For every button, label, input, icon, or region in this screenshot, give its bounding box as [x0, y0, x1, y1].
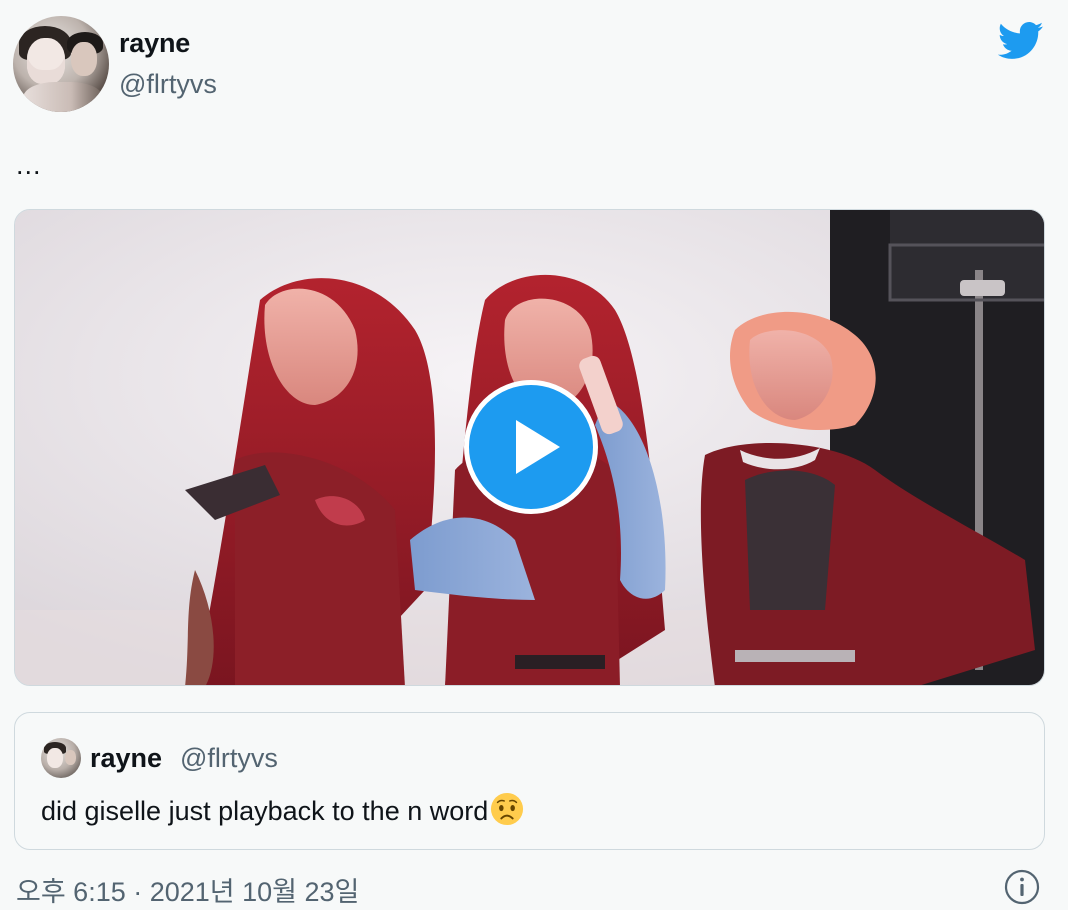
avatar-face-2	[71, 42, 97, 76]
author-display-name[interactable]: rayne	[119, 28, 190, 59]
quoted-author-display-name[interactable]: rayne	[90, 743, 162, 774]
author-avatar[interactable]	[13, 16, 109, 112]
quoted-author-avatar[interactable]	[41, 738, 81, 778]
avatar-face-2	[65, 750, 76, 765]
avatar-face	[47, 748, 63, 768]
author-handle[interactable]: @flrtyvs	[119, 69, 217, 100]
play-icon	[516, 420, 560, 474]
quoted-tweet-text: did giselle just playback to the n word	[41, 792, 524, 827]
quoted-tweet[interactable]: rayne @flrtyvs did giselle just playback…	[14, 712, 1045, 850]
tweet-timestamp[interactable]: 오후 6:15 · 2021년 10월 23일	[16, 870, 359, 909]
info-icon[interactable]	[1004, 869, 1040, 905]
quoted-author-handle[interactable]: @flrtyvs	[180, 743, 278, 774]
twitter-bird-icon[interactable]	[998, 21, 1044, 61]
worried-face-emoji	[491, 792, 524, 826]
avatar-face	[27, 38, 65, 84]
play-button[interactable]	[464, 380, 598, 514]
avatar-clothing	[23, 82, 103, 112]
quoted-tweet-body: did giselle just playback to the n word	[41, 796, 489, 826]
tweet-text: ...	[16, 150, 42, 180]
tweet-card: rayne @flrtyvs ... rayne @flrtyvs did gi…	[0, 0, 1068, 910]
